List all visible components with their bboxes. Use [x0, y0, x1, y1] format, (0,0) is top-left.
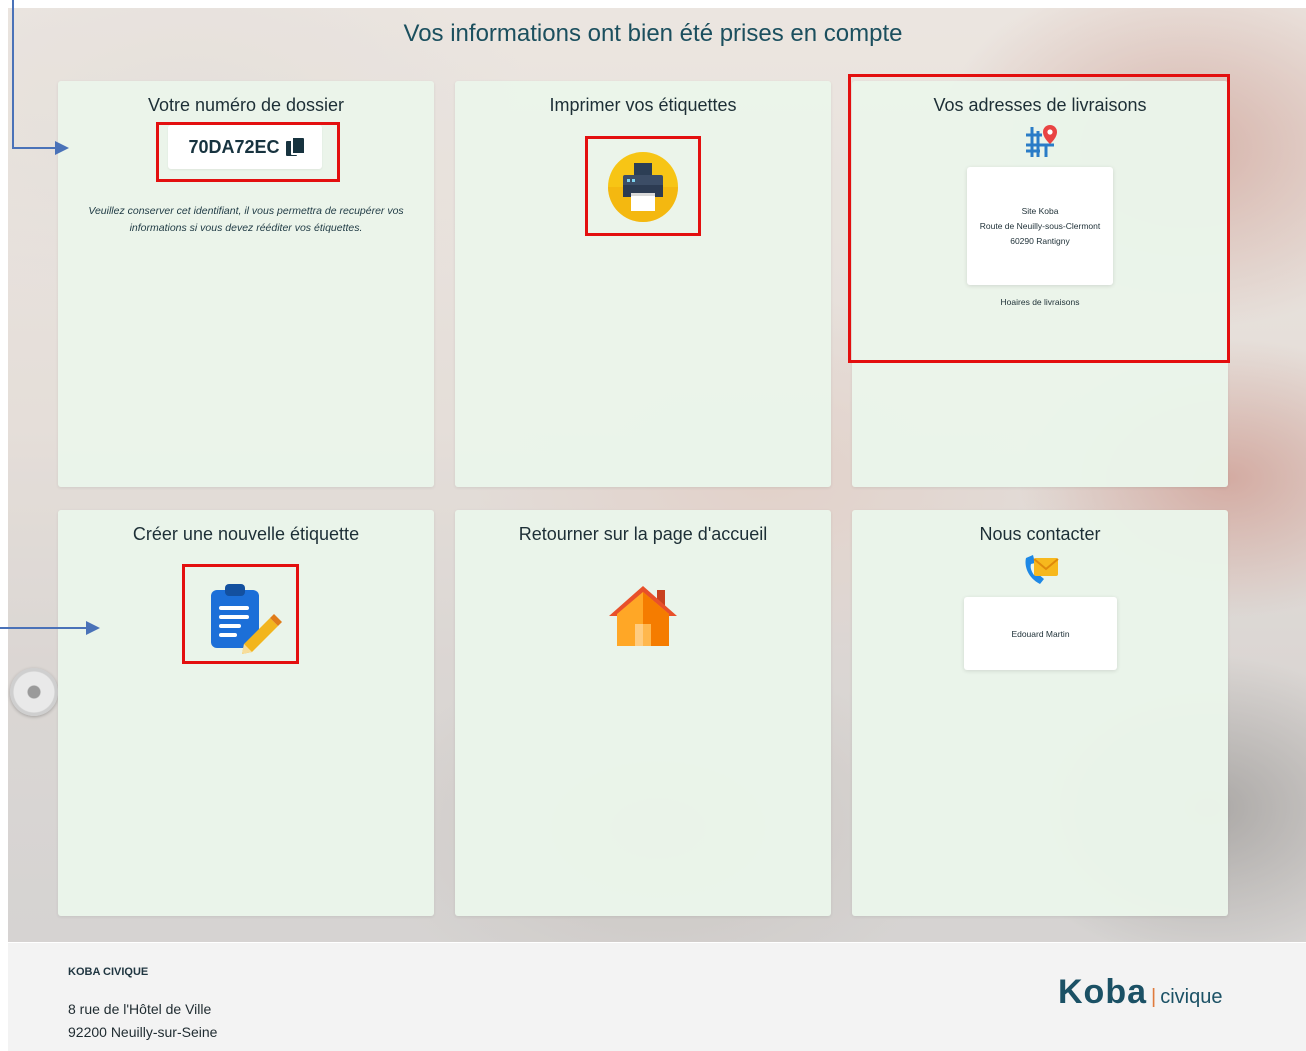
address-line: Site Koba — [1021, 205, 1059, 216]
footer-address: 8 rue de l'Hôtel de Ville 92200 Neuilly-… — [68, 998, 217, 1044]
logo-sub: civique — [1160, 986, 1223, 1008]
koba-logo[interactable]: Koba | civique — [1058, 973, 1222, 1012]
dossier-number: 70DA72EC — [188, 136, 280, 157]
annotation-arrow-line — [12, 0, 14, 149]
footer-company: KOBA CIVIQUE — [68, 966, 149, 978]
card-dossier-title: Votre numéro de dossier — [147, 95, 345, 115]
card-new-label[interactable]: Créer une nouvelle étiquette — [58, 510, 434, 916]
annotation-arrow-head — [55, 141, 69, 155]
footer-address-line: 8 rue de l'Hôtel de Ville — [68, 1001, 212, 1017]
dossier-number-box: 70DA72EC — [168, 125, 322, 169]
card-addresses: Vos adresses de livraisons Site Koba Rou… — [852, 81, 1228, 487]
card-dossier: Votre numéro de dossier 70DA72EC Veuille… — [58, 81, 434, 487]
annotation-arrow-head — [86, 621, 100, 635]
card-print-title: Imprimer vos étiquettes — [549, 95, 737, 115]
footer: KOBA CIVIQUE 8 rue de l'Hôtel de Ville 9… — [8, 943, 1306, 1051]
logo-main: Koba — [1058, 973, 1147, 1011]
address-box: Site Koba Route de Neuilly-sous-Clermont… — [967, 167, 1113, 285]
contact-box: Edouard Martin — [964, 597, 1117, 670]
footer-address-line: 92200 Neuilly-sur-Seine — [68, 1024, 218, 1040]
card-contact: Nous contacter Edouard Martin — [852, 510, 1228, 916]
logo-separator: | — [1151, 986, 1157, 1008]
printer-icon[interactable] — [607, 151, 679, 223]
clipboard-edit-icon[interactable] — [206, 580, 282, 656]
card-new-label-title: Créer une nouvelle étiquette — [132, 524, 360, 544]
card-home-title: Retourner sur la page d'accueil — [518, 524, 768, 544]
card-home[interactable]: Retourner sur la page d'accueil — [455, 510, 831, 916]
dossier-note: Veuillez conserver cet identifiant, il v… — [88, 205, 404, 234]
contact-name: Edouard Martin — [1011, 628, 1070, 639]
card-addresses-title: Vos adresses de livraisons — [933, 95, 1147, 115]
card-contact-title: Nous contacter — [979, 524, 1101, 544]
phone-mail-icon — [1022, 552, 1060, 588]
page-title: Vos informations ont bien été prises en … — [403, 20, 903, 47]
house-icon[interactable] — [605, 584, 681, 648]
annotation-arrow-line — [12, 147, 56, 149]
address-line: 60290 Rantigny — [1010, 235, 1070, 246]
card-print[interactable]: Imprimer vos étiquettes — [455, 81, 831, 487]
delivery-hours-link[interactable]: Hoaires de livraisons — [852, 297, 1228, 307]
background-knob — [10, 668, 58, 716]
address-line: Route de Neuilly-sous-Clermont — [979, 220, 1101, 231]
copy-icon[interactable] — [285, 138, 304, 156]
map-location-icon — [1020, 121, 1060, 161]
annotation-arrow-line — [0, 627, 88, 629]
